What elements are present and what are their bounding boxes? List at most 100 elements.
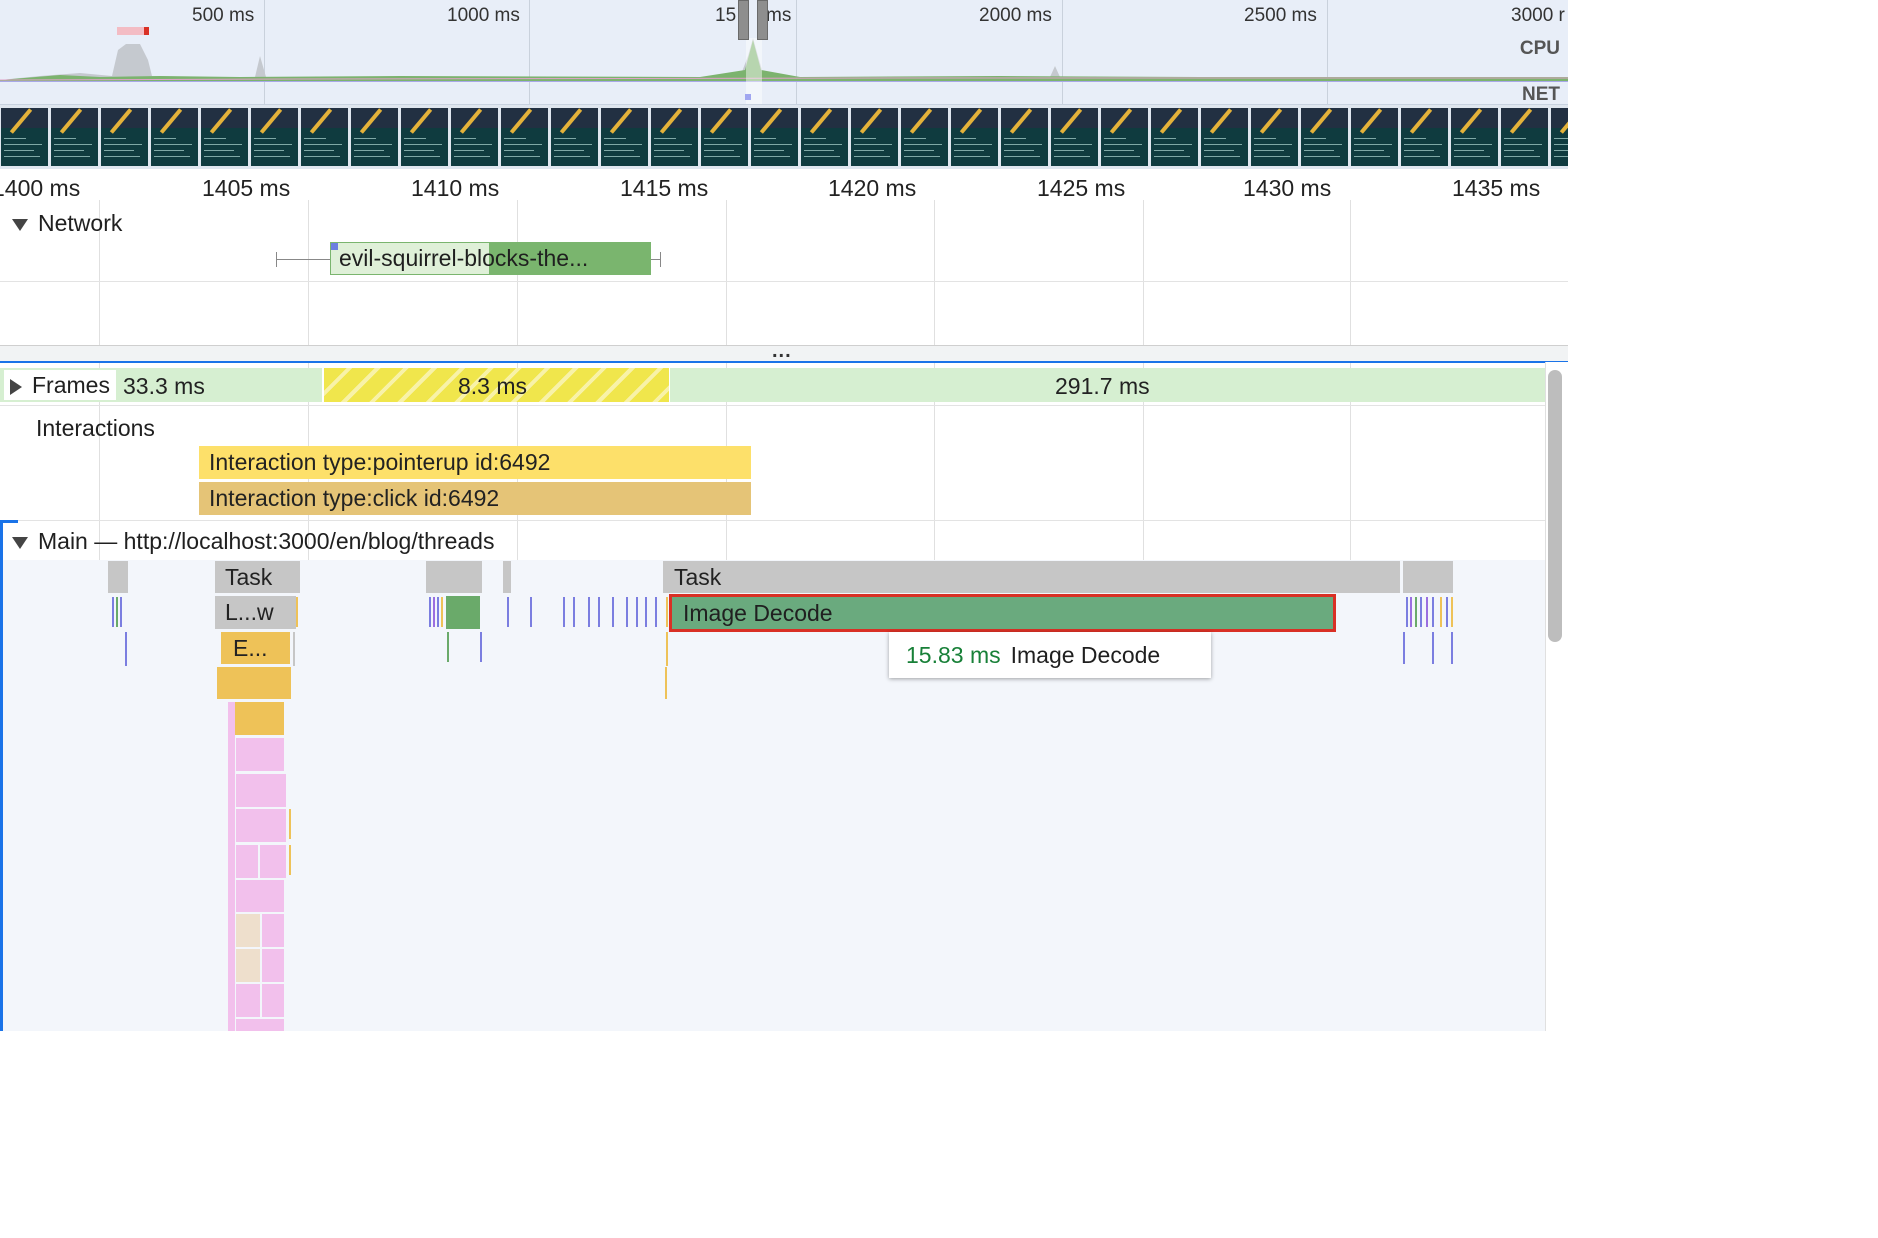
filmstrip-screenshot[interactable] bbox=[451, 108, 498, 166]
style-block[interactable] bbox=[236, 914, 260, 947]
script-block[interactable] bbox=[235, 702, 284, 735]
evaluate-script-block[interactable]: E... bbox=[221, 632, 290, 664]
event-sliver[interactable] bbox=[1415, 597, 1417, 627]
event-sliver[interactable] bbox=[1432, 632, 1434, 664]
filmstrip-screenshot[interactable] bbox=[1151, 108, 1198, 166]
filmstrip-screenshot[interactable] bbox=[1351, 108, 1398, 166]
event-sliver[interactable] bbox=[125, 632, 127, 666]
filmstrip-screenshot[interactable] bbox=[951, 108, 998, 166]
event-sliver[interactable] bbox=[1451, 632, 1453, 664]
event-sliver[interactable] bbox=[507, 597, 509, 627]
event-sliver[interactable] bbox=[655, 597, 657, 627]
filmstrip-screenshot[interactable] bbox=[1451, 108, 1498, 166]
event-sliver[interactable] bbox=[293, 632, 295, 666]
layout-block[interactable] bbox=[236, 1019, 284, 1031]
layout-block[interactable] bbox=[228, 702, 235, 1031]
event-sliver[interactable] bbox=[636, 597, 638, 627]
filmstrip-screenshot[interactable] bbox=[901, 108, 948, 166]
overview-left-handle[interactable] bbox=[738, 0, 749, 40]
filmstrip-screenshot[interactable] bbox=[851, 108, 898, 166]
interaction-pointerup-bar[interactable]: Interaction type:pointerup id:6492 bbox=[199, 446, 751, 479]
layout-block[interactable] bbox=[236, 738, 284, 771]
collapse-triangle-icon[interactable] bbox=[12, 536, 28, 549]
event-sliver[interactable] bbox=[441, 597, 443, 627]
expand-triangle-icon[interactable] bbox=[10, 378, 22, 395]
filmstrip-screenshot[interactable] bbox=[1201, 108, 1248, 166]
filmstrip-screenshot[interactable] bbox=[501, 108, 548, 166]
filmstrip-screenshot[interactable] bbox=[1501, 108, 1548, 166]
layout-block[interactable] bbox=[260, 845, 286, 878]
resize-grip-icon[interactable]: ... bbox=[772, 340, 792, 363]
event-sliver[interactable] bbox=[1432, 597, 1434, 627]
filmstrip-screenshot[interactable] bbox=[351, 108, 398, 166]
filmstrip-screenshot[interactable] bbox=[701, 108, 748, 166]
overview-right-handle[interactable] bbox=[757, 0, 768, 40]
layout-block[interactable] bbox=[236, 774, 286, 807]
filmstrip-screenshot[interactable] bbox=[1051, 108, 1098, 166]
task-block[interactable] bbox=[108, 561, 128, 593]
filmstrip-screenshot[interactable] bbox=[51, 108, 98, 166]
filmstrip-screenshot[interactable] bbox=[801, 108, 848, 166]
layout-block[interactable] bbox=[262, 984, 284, 1017]
network-track-header[interactable]: Network bbox=[12, 210, 122, 237]
task-block[interactable] bbox=[426, 561, 482, 593]
event-sliver[interactable] bbox=[588, 597, 590, 627]
filmstrip-screenshot[interactable] bbox=[1301, 108, 1348, 166]
frames-track-header[interactable]: Frames bbox=[4, 370, 116, 400]
main-track-header[interactable]: Main — http://localhost:3000/en/blog/thr… bbox=[12, 528, 494, 555]
interaction-click-bar[interactable]: Interaction type:click id:6492 bbox=[199, 482, 751, 515]
filmstrip-screenshot[interactable] bbox=[101, 108, 148, 166]
layout-block[interactable] bbox=[262, 949, 284, 982]
filmstrip-screenshot[interactable] bbox=[751, 108, 798, 166]
event-sliver[interactable] bbox=[429, 597, 431, 627]
event-sliver[interactable] bbox=[1420, 597, 1422, 627]
layout-block[interactable] bbox=[236, 845, 258, 878]
layout-block[interactable] bbox=[236, 809, 286, 842]
event-sliver[interactable] bbox=[1403, 632, 1405, 664]
event-sliver[interactable] bbox=[530, 597, 532, 627]
event-sliver[interactable] bbox=[1406, 597, 1408, 627]
event-sliver[interactable] bbox=[665, 667, 667, 699]
filmstrip-screenshot[interactable] bbox=[301, 108, 348, 166]
task-block[interactable]: Task bbox=[215, 561, 300, 593]
event-sliver[interactable] bbox=[289, 845, 291, 875]
event-sliver[interactable] bbox=[1440, 597, 1442, 627]
filmstrip-screenshot[interactable] bbox=[251, 108, 298, 166]
event-sliver[interactable] bbox=[296, 597, 298, 627]
event-sliver[interactable] bbox=[437, 597, 439, 627]
filmstrip-screenshot[interactable] bbox=[551, 108, 598, 166]
layout-block[interactable] bbox=[262, 914, 284, 947]
filmstrip-screenshot[interactable] bbox=[1101, 108, 1148, 166]
event-sliver[interactable] bbox=[563, 597, 565, 627]
filmstrip-screenshot[interactable] bbox=[601, 108, 648, 166]
filmstrip-screenshot[interactable] bbox=[1251, 108, 1298, 166]
event-sliver[interactable] bbox=[573, 597, 575, 627]
event-sliver[interactable] bbox=[120, 597, 122, 627]
screenshot-filmstrip[interactable] bbox=[0, 105, 1568, 169]
event-sliver[interactable] bbox=[666, 632, 668, 666]
filmstrip-screenshot[interactable] bbox=[1401, 108, 1448, 166]
event-sliver[interactable] bbox=[1446, 597, 1448, 627]
scrollbar-thumb[interactable] bbox=[1548, 370, 1562, 642]
layout-block[interactable] bbox=[236, 984, 260, 1017]
event-sliver[interactable] bbox=[296, 561, 298, 593]
filmstrip-screenshot[interactable] bbox=[1, 108, 48, 166]
task-block[interactable]: Task bbox=[663, 561, 1400, 593]
image-decode-block[interactable]: Image Decode bbox=[669, 594, 1336, 632]
frames-track[interactable]: 33.3 ms 8.3 ms 291.7 ms bbox=[0, 368, 1546, 402]
event-sliver[interactable] bbox=[433, 597, 435, 627]
event-sliver[interactable] bbox=[1426, 597, 1428, 627]
event-sliver[interactable] bbox=[1410, 597, 1412, 627]
paint-block[interactable] bbox=[446, 596, 480, 629]
event-sliver[interactable] bbox=[116, 597, 118, 627]
timeline-overview[interactable]: 500 ms 1000 ms 15 ms 2000 ms 2500 ms 300… bbox=[0, 0, 1568, 105]
event-sliver[interactable] bbox=[447, 632, 449, 662]
function-call-block[interactable]: L...w bbox=[215, 596, 296, 629]
event-sliver[interactable] bbox=[1451, 597, 1453, 627]
filmstrip-screenshot[interactable] bbox=[201, 108, 248, 166]
filmstrip-screenshot[interactable] bbox=[401, 108, 448, 166]
event-sliver[interactable] bbox=[112, 597, 114, 627]
layout-block[interactable] bbox=[236, 880, 284, 912]
filmstrip-screenshot[interactable] bbox=[651, 108, 698, 166]
filmstrip-screenshot[interactable] bbox=[1001, 108, 1048, 166]
